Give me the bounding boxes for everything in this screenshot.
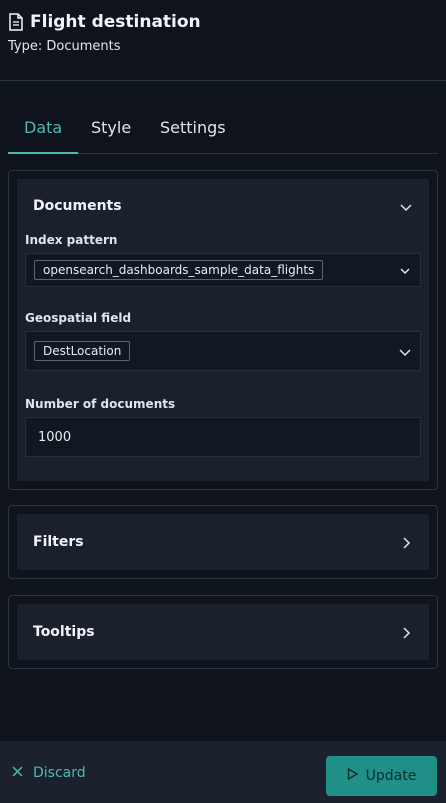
layer-title: Flight destination <box>30 12 201 32</box>
update-label: Update <box>365 768 417 784</box>
filters-title: Filters <box>33 534 84 550</box>
layer-type: Type: Documents <box>8 39 121 54</box>
tab-data[interactable]: Data <box>7 118 79 154</box>
chevron-down-icon <box>399 199 413 213</box>
close-icon <box>12 765 23 781</box>
discard-label: Discard <box>33 765 86 781</box>
documents-title: Documents <box>33 198 122 214</box>
tooltips-panel-body: Tooltips <box>17 604 429 660</box>
geospatial-field-select[interactable]: DestLocation <box>25 331 421 371</box>
filters-panel: Filters <box>8 505 438 579</box>
number-of-documents-label: Number of documents <box>25 397 176 411</box>
discard-button[interactable]: Discard <box>12 765 86 781</box>
filters-panel-body: Filters <box>17 514 429 570</box>
index-pattern-select[interactable]: opensearch_dashboards_sample_data_flight… <box>25 253 421 287</box>
layer-header: Flight destination Type: Documents <box>8 12 438 54</box>
chevron-right-icon <box>399 535 413 549</box>
geospatial-field-label: Geospatial field <box>25 311 132 325</box>
filters-accordion-header[interactable]: Filters <box>17 514 429 570</box>
tab-settings[interactable]: Settings <box>160 118 226 149</box>
panel-footer: Discard Update <box>0 741 446 803</box>
documents-panel: Documents Index pattern opensearch_dashb… <box>8 170 438 490</box>
title-row: Flight destination <box>8 12 438 32</box>
chevron-right-icon <box>399 625 413 639</box>
chevron-down-icon <box>398 263 412 277</box>
update-button[interactable]: Update <box>326 756 437 796</box>
documents-panel-body: Documents Index pattern opensearch_dashb… <box>17 179 429 481</box>
geospatial-field-chip: DestLocation <box>34 341 131 361</box>
tooltips-accordion-header[interactable]: Tooltips <box>17 604 429 660</box>
tooltips-panel: Tooltips <box>8 595 438 669</box>
config-tabs: Data Style Settings <box>7 108 438 154</box>
number-of-documents-input[interactable]: 1000 <box>25 417 421 457</box>
header-divider <box>0 80 446 81</box>
play-icon <box>347 767 359 784</box>
chevron-down-icon <box>398 344 412 358</box>
tooltips-title: Tooltips <box>33 624 95 640</box>
number-of-documents-value: 1000 <box>38 429 72 445</box>
documents-accordion-header[interactable]: Documents <box>17 179 429 233</box>
index-pattern-label: Index pattern <box>25 233 118 247</box>
document-icon <box>8 13 24 31</box>
index-pattern-chip: opensearch_dashboards_sample_data_flight… <box>34 260 324 280</box>
tab-style[interactable]: Style <box>91 118 131 149</box>
